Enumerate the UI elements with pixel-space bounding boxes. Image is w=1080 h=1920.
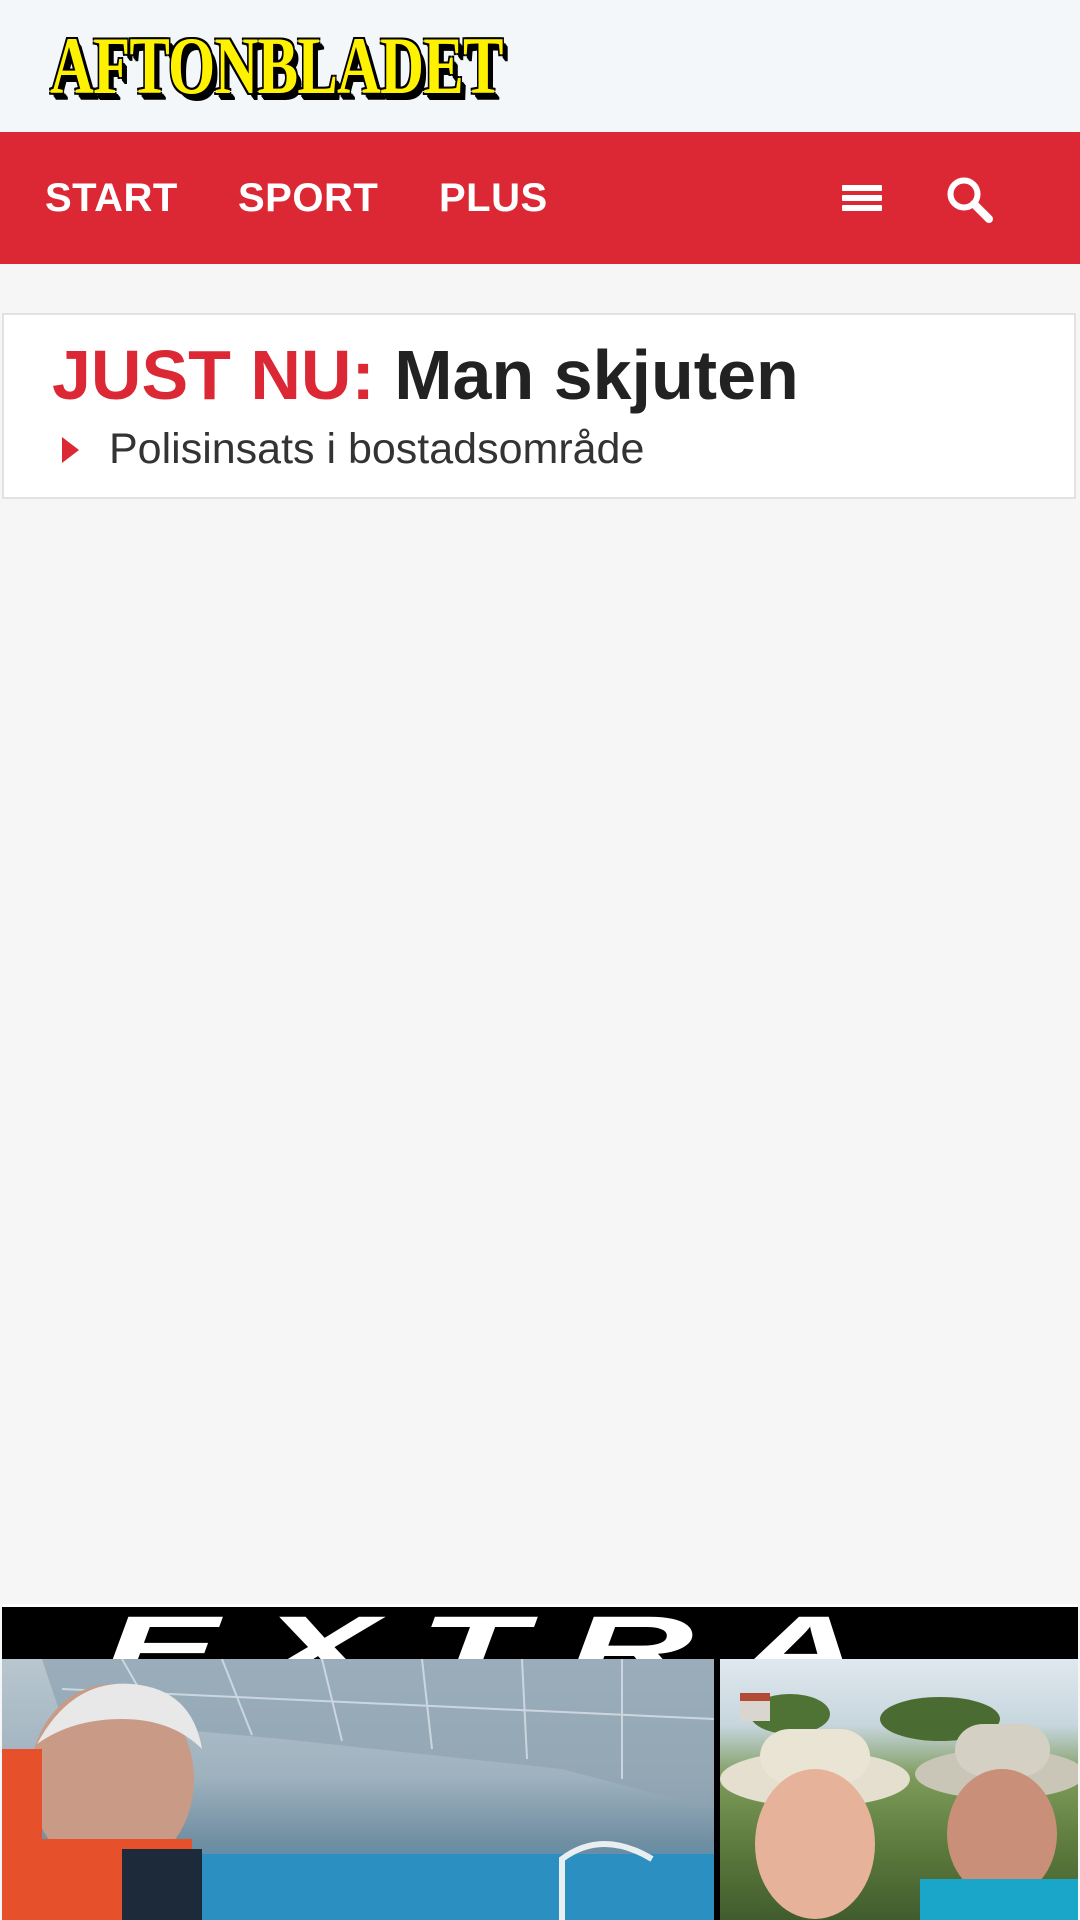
teaser-image-sailor: [2, 1659, 714, 1920]
extra-banner-text: EXTRA: [102, 1607, 904, 1659]
breaking-label: JUST NU:: [52, 336, 375, 414]
breaking-news-box[interactable]: JUST NU: Man skjuten Polisinsats i bosta…: [2, 313, 1076, 499]
play-arrow-icon: [62, 436, 79, 463]
nav-item-sport[interactable]: SPORT: [238, 132, 378, 264]
header-bar: AFTONBLADET: [0, 0, 1080, 132]
main-nav: START SPORT PLUS: [0, 132, 1080, 264]
page: AFTONBLADET START SPORT PLUS JUST NU: Ma…: [0, 0, 1080, 1920]
couple-photo-illustration: [720, 1693, 1078, 1920]
extra-banner: EXTRA: [2, 1607, 1078, 1659]
sailor-photo-illustration: [2, 1659, 714, 1920]
nav-item-plus[interactable]: PLUS: [439, 132, 548, 264]
nav-item-start[interactable]: START: [45, 132, 178, 264]
breaking-subtitle: Polisinsats i bostadsområde: [109, 425, 645, 473]
teaser-image-couple: [720, 1659, 1078, 1920]
search-icon[interactable]: [942, 172, 998, 228]
site-logo[interactable]: AFTONBLADET: [50, 18, 662, 114]
logo-text: AFTONBLADET: [50, 20, 503, 111]
breaking-subheadline[interactable]: Polisinsats i bostadsområde: [62, 425, 644, 474]
breaking-headline[interactable]: JUST NU: Man skjuten: [52, 337, 799, 414]
breaking-title: Man skjuten: [394, 336, 799, 414]
extra-teaser[interactable]: EXTRA: [2, 1604, 1078, 1920]
hamburger-menu-icon[interactable]: [838, 172, 890, 224]
